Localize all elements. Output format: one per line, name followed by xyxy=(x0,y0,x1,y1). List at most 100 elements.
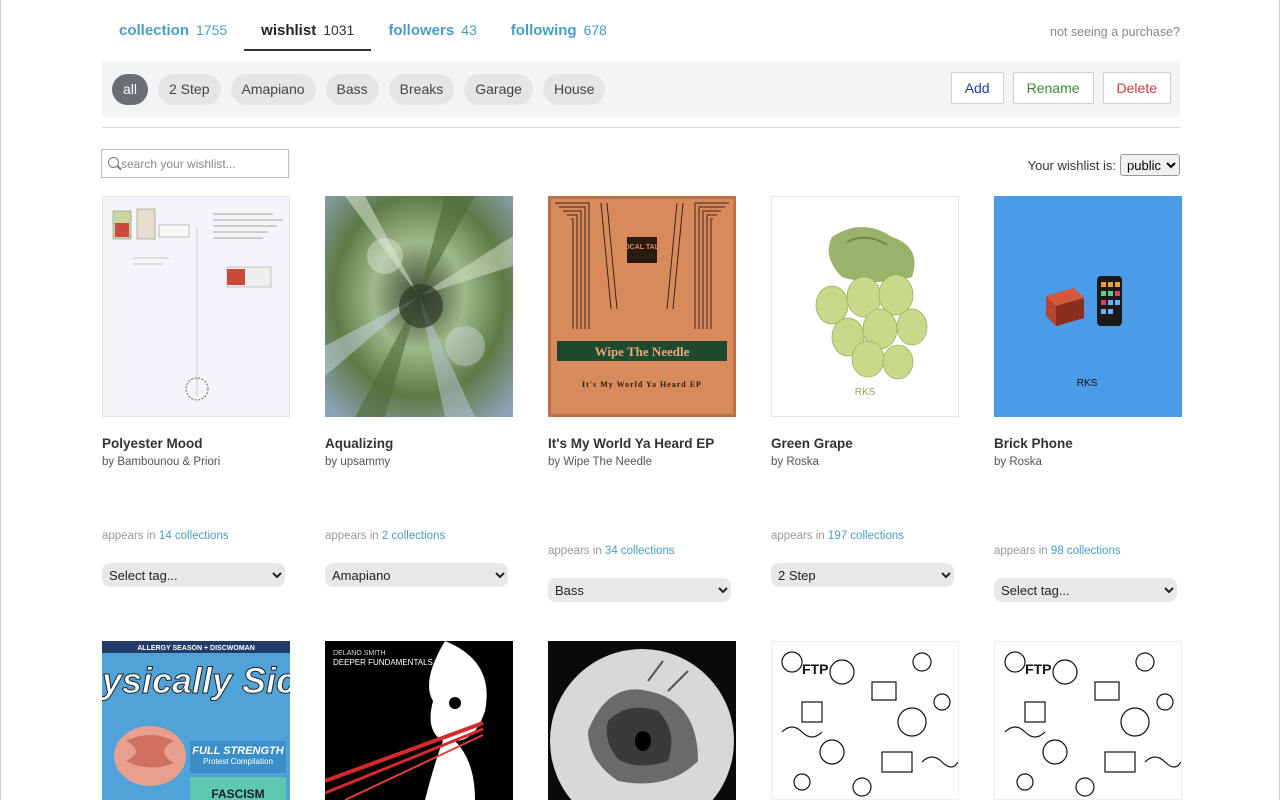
item-tag-select[interactable]: Select tag... xyxy=(994,578,1177,602)
appears-prefix: appears in xyxy=(548,545,602,557)
album-cover[interactable]: FTP xyxy=(994,641,1182,800)
album-cover[interactable] xyxy=(325,196,513,417)
collections-link[interactable]: 14 collections xyxy=(159,530,229,542)
item-artist[interactable]: by Roska xyxy=(771,456,959,468)
item-title[interactable]: It's My World Ya Heard EP xyxy=(548,436,736,451)
wishlist-visibility: Your wishlist is: public xyxy=(1028,154,1180,176)
search-input[interactable] xyxy=(121,154,281,174)
tab-label: followers xyxy=(388,22,455,39)
wishlist-item: FTP xyxy=(994,641,1182,800)
tab-collection[interactable]: collection 1755 xyxy=(102,14,244,51)
visibility-select[interactable]: public xyxy=(1120,154,1180,176)
profile-tabs: collection 1755 wishlist 1031 followers 43 … xyxy=(102,14,624,52)
cover-title-text: Wipe The Needle xyxy=(595,344,690,359)
appears-in: appears in 14 collections xyxy=(102,530,229,542)
wishlist-item: FTP xyxy=(771,641,959,800)
cover-title-text: DEEPER FUNDAMENTALS I xyxy=(333,658,437,667)
cover-logo: FTP xyxy=(802,661,828,677)
tab-count: 43 xyxy=(461,22,477,38)
cover-art: RKS xyxy=(1046,276,1122,389)
cover-artist-text: DELANO SMITH xyxy=(333,650,386,657)
wishlist-item: ALLERGY SEASON + DISCWOMAN Physically Si… xyxy=(102,641,290,800)
item-title[interactable]: Polyester Mood xyxy=(102,436,290,451)
collections-link[interactable]: 98 collections xyxy=(1051,545,1121,557)
divider xyxy=(102,127,1180,128)
tag-filter-amapiano[interactable]: Amapiano xyxy=(230,74,316,105)
album-cover[interactable]: LOCAL TALK Wipe The Needle It's My World… xyxy=(548,196,736,417)
collections-link[interactable]: 197 collections xyxy=(828,530,904,542)
cover-logo: RKS xyxy=(1077,378,1098,389)
tag-actions: Add Rename Delete xyxy=(950,72,1171,104)
tab-label: wishlist xyxy=(261,22,317,39)
cover-logo: RKS xyxy=(855,387,876,398)
cover-art: ALLERGY SEASON + DISCWOMAN Physically Si… xyxy=(102,641,290,800)
album-cover[interactable]: ALLERGY SEASON + DISCWOMAN Physically Si… xyxy=(102,641,290,800)
cover-art: DELANO SMITH DEEPER FUNDAMENTALS I xyxy=(325,641,513,800)
tag-filter-bass[interactable]: Bass xyxy=(325,74,379,105)
cover-sub2-text: Protest Compilation xyxy=(203,757,273,766)
tab-count: 678 xyxy=(583,22,607,38)
appears-prefix: appears in xyxy=(102,530,156,542)
tab-following[interactable]: following 678 xyxy=(494,14,624,51)
cover-logo: LOCAL TALK xyxy=(620,244,664,251)
cover-top-text: ALLERGY SEASON + DISCWOMAN xyxy=(137,645,255,652)
cover-art xyxy=(548,641,736,800)
album-cover[interactable] xyxy=(548,641,736,800)
item-tag-select[interactable]: Select tag... xyxy=(102,563,285,587)
add-tag-button[interactable]: Add xyxy=(950,72,1004,104)
visibility-label: Your wishlist is: xyxy=(1027,157,1116,173)
wishlist-item: RKS Brick Phone by Roska appears in 98 c… xyxy=(994,196,1182,602)
cover-art: RKS xyxy=(815,227,928,398)
delete-tag-button[interactable]: Delete xyxy=(1102,72,1171,104)
wishlist-item: LOCAL TALK Wipe The Needle It's My World… xyxy=(548,196,736,602)
cover-art: LOCAL TALK Wipe The Needle It's My World… xyxy=(555,202,729,389)
tab-label: following xyxy=(510,22,577,39)
cover-art: FTP xyxy=(1004,651,1181,797)
tag-filter-garage[interactable]: Garage xyxy=(464,74,533,105)
cover-logo: FTP xyxy=(1025,661,1051,677)
appears-in: appears in 34 collections xyxy=(548,545,675,557)
item-artist[interactable]: by Wipe The Needle xyxy=(548,456,736,468)
item-title[interactable]: Green Grape xyxy=(771,436,959,451)
rename-tag-button[interactable]: Rename xyxy=(1012,72,1094,104)
tab-followers[interactable]: followers 43 xyxy=(371,14,493,51)
collections-link[interactable]: 34 collections xyxy=(605,545,675,557)
cover-sub-text: FULL STRENGTH xyxy=(192,745,285,757)
tab-count: 1031 xyxy=(323,22,355,38)
appears-prefix: appears in xyxy=(325,530,379,542)
collections-link[interactable]: 2 collections xyxy=(382,530,445,542)
tag-filter-breaks[interactable]: Breaks xyxy=(388,74,455,105)
appears-prefix: appears in xyxy=(994,545,1048,557)
tag-filter-all[interactable]: all xyxy=(112,74,149,105)
item-tag-select[interactable]: 2 Step xyxy=(771,563,954,587)
wishlist-item: DELANO SMITH DEEPER FUNDAMENTALS I xyxy=(325,641,513,800)
search-icon xyxy=(108,157,119,168)
tab-wishlist[interactable]: wishlist 1031 xyxy=(244,14,372,51)
item-artist[interactable]: by Roska xyxy=(994,456,1182,468)
album-cover[interactable] xyxy=(102,196,290,417)
wishlist-item xyxy=(548,641,736,800)
album-cover[interactable]: FTP xyxy=(771,641,959,800)
appears-prefix: appears in xyxy=(771,530,825,542)
not-seeing-purchase-link[interactable]: not seeing a purchase? xyxy=(1050,25,1180,39)
wishlist-item: Aqualizing by upsammy appears in 2 colle… xyxy=(325,196,513,587)
album-cover[interactable]: RKS xyxy=(994,196,1182,417)
item-title[interactable]: Brick Phone xyxy=(994,436,1182,451)
album-cover[interactable]: DELANO SMITH DEEPER FUNDAMENTALS I xyxy=(325,641,513,800)
wishlist-item: Polyester Mood by Bambounou & Priori app… xyxy=(102,196,290,587)
cover-bottom-text: FASCISM xyxy=(211,787,264,800)
tab-count: 1755 xyxy=(196,22,228,38)
cover-art xyxy=(112,208,283,401)
item-tag-select[interactable]: Amapiano xyxy=(325,563,508,587)
tag-filter-house[interactable]: House xyxy=(542,74,606,105)
tab-label: collection xyxy=(119,22,190,39)
item-tag-select[interactable]: Bass xyxy=(548,578,731,602)
tag-filter-bar: all 2 Step Amapiano Bass Breaks Garage H… xyxy=(102,61,1180,117)
tag-filter-2-step[interactable]: 2 Step xyxy=(158,74,221,105)
album-cover[interactable]: RKS xyxy=(771,196,959,417)
item-title[interactable]: Aqualizing xyxy=(325,436,513,451)
cover-main-text: Physically Sick xyxy=(102,660,290,701)
cover-subtitle-text: It's My World Ya Heard EP xyxy=(582,380,702,389)
item-artist[interactable]: by upsammy xyxy=(325,456,513,468)
item-artist[interactable]: by Bambounou & Priori xyxy=(102,456,290,468)
